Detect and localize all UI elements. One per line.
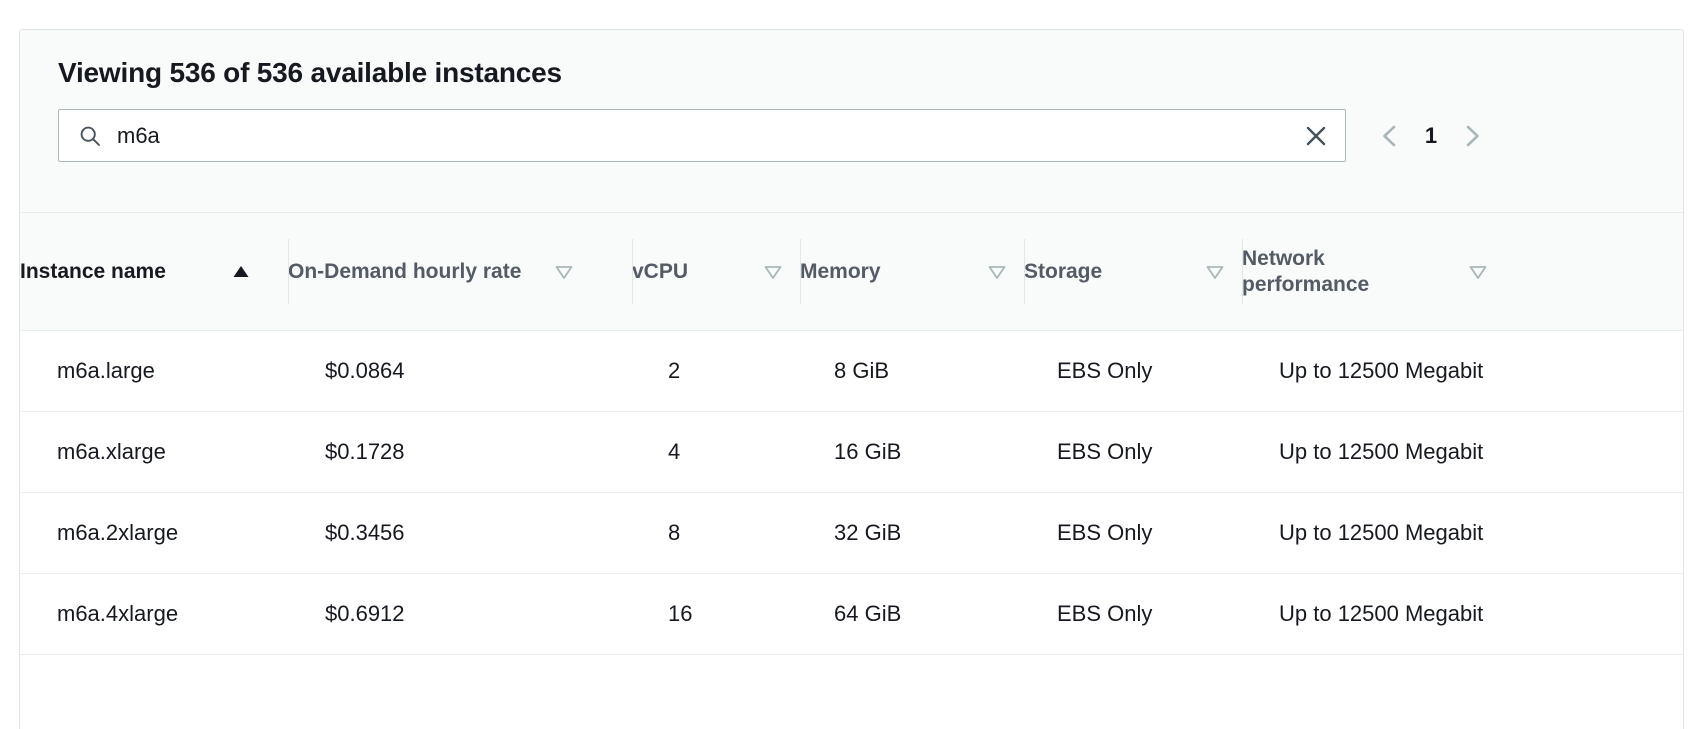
- pagination-prev-button[interactable]: [1368, 113, 1414, 159]
- column-header-label: Network performance: [1242, 246, 1370, 296]
- page-title: Viewing 536 of 536 available instances: [58, 57, 562, 88]
- pagination: 1: [1368, 113, 1494, 159]
- screen: Viewing 536 of 536 available instances m…: [0, 0, 1704, 729]
- cell-memory: 8 GiB: [834, 358, 890, 383]
- search-input[interactable]: m6a: [58, 109, 1346, 162]
- cell-vcpu: 4: [668, 439, 681, 464]
- cell-storage: EBS Only: [1057, 439, 1153, 464]
- cell-memory: 16 GiB: [834, 439, 902, 464]
- cell-rate: $0.1728: [325, 439, 405, 464]
- pagination-next-button[interactable]: [1448, 113, 1494, 159]
- sort-ascending-icon: [233, 265, 249, 277]
- table-row[interactable]: m6a.xlarge $0.1728 4 16 GiB EBS Only Up …: [20, 412, 1683, 493]
- table-row[interactable]: [20, 655, 1683, 729]
- column-header-instance-name[interactable]: Instance name: [20, 213, 288, 330]
- cell-memory: 64 GiB: [834, 601, 902, 626]
- instance-table-panel: Viewing 536 of 536 available instances m…: [19, 29, 1684, 729]
- column-header-label: vCPU: [632, 259, 689, 283]
- cell-instance-name: m6a.large: [57, 358, 155, 383]
- close-icon: [1306, 126, 1326, 145]
- column-header-storage[interactable]: Storage: [1024, 213, 1242, 330]
- table-row[interactable]: m6a.4xlarge $0.6912 16 64 GiB EBS Only U…: [20, 574, 1683, 655]
- column-header-memory[interactable]: Memory: [800, 213, 1024, 330]
- cell-rate: $0.0864: [325, 358, 405, 383]
- cell-storage: EBS Only: [1057, 601, 1153, 626]
- column-header-label: On-Demand hourly rate: [288, 259, 522, 283]
- table-header-row: Instance name On-Demand hourly rate vCPU…: [20, 213, 1683, 331]
- cell-network: Up to 12500 Megabit: [1279, 520, 1484, 545]
- cell-memory: 32 GiB: [834, 520, 902, 545]
- cell-network: Up to 12500 Megabit: [1279, 358, 1484, 383]
- cell-vcpu: 8: [668, 520, 681, 545]
- sort-descending-icon: [764, 265, 782, 279]
- panel-header: Viewing 536 of 536 available instances m…: [20, 30, 1683, 213]
- cell-rate: [288, 655, 632, 729]
- cell-instance-name: m6a.4xlarge: [57, 601, 179, 626]
- column-header-vcpu[interactable]: vCPU: [632, 213, 800, 330]
- column-header-label: Memory: [800, 259, 881, 283]
- cell-storage: EBS Only: [1057, 358, 1153, 383]
- cell-memory: [800, 655, 1024, 729]
- sort-descending-icon: [555, 265, 573, 279]
- cell-rate: $0.6912: [325, 601, 405, 626]
- sort-descending-icon: [988, 265, 1006, 279]
- sort-descending-icon: [1469, 265, 1487, 279]
- table-row[interactable]: m6a.large $0.0864 2 8 GiB EBS Only Up to…: [20, 331, 1683, 412]
- cell-vcpu: 16: [668, 601, 693, 626]
- cell-vcpu: 2: [668, 358, 681, 383]
- search-input-value: m6a: [117, 122, 160, 148]
- clear-search-button[interactable]: [1301, 121, 1331, 151]
- cell-instance-name: [20, 655, 288, 729]
- cell-instance-name: m6a.xlarge: [57, 439, 166, 464]
- column-header-on-demand-hourly-rate[interactable]: On-Demand hourly rate: [288, 213, 632, 330]
- chevron-right-icon: [1466, 125, 1479, 146]
- cell-vcpu: [632, 655, 800, 729]
- cell-instance-name: m6a.2xlarge: [57, 520, 179, 545]
- table-row[interactable]: m6a.2xlarge $0.3456 8 32 GiB EBS Only Up…: [20, 493, 1683, 574]
- cell-network: Up to 12500 Megabit: [1279, 601, 1484, 626]
- column-header-network-performance[interactable]: Network performance: [1242, 213, 1683, 330]
- cell-network: Up to 12500 Megabit: [1279, 439, 1484, 464]
- search-icon: [80, 126, 100, 146]
- pagination-page-1[interactable]: 1: [1414, 123, 1448, 149]
- cell-rate: $0.3456: [325, 520, 405, 545]
- sort-descending-icon: [1206, 265, 1224, 279]
- cell-network: [1242, 655, 1683, 729]
- cell-storage: EBS Only: [1057, 520, 1153, 545]
- chevron-left-icon: [1383, 125, 1396, 146]
- cell-storage: [1024, 655, 1242, 729]
- column-header-label: Instance name: [20, 259, 166, 283]
- search-and-pagination-row: m6a 1: [58, 109, 1645, 162]
- column-header-label: Storage: [1024, 259, 1103, 283]
